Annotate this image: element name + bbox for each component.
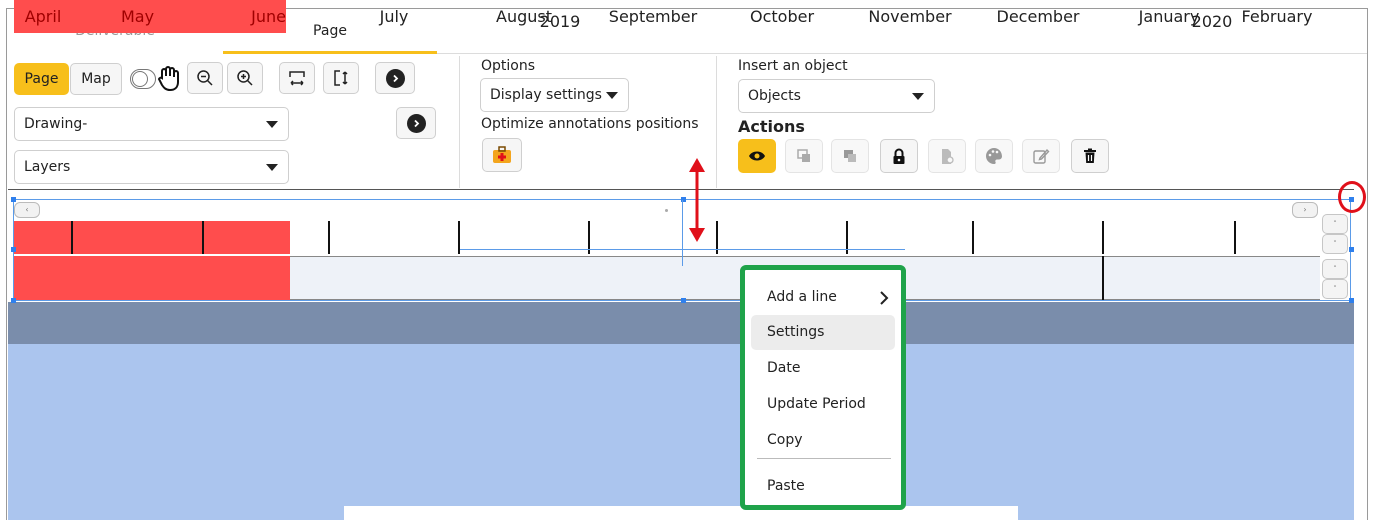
eye-icon [749,151,765,161]
fit-width-button[interactable] [279,62,315,94]
bring-to-front-button[interactable] [831,139,869,173]
zoom-in-button[interactable] [227,62,263,94]
resize-arrow-annotation [689,158,705,242]
send-to-back-button[interactable] [785,139,823,173]
fit-height-icon [334,70,348,86]
map-mode-button[interactable]: Map [70,63,122,95]
year-cell[interactable]: 2019 [290,0,830,44]
menu-item-date[interactable]: Date [751,351,895,386]
toolbar-expand-button[interactable] [375,62,415,94]
drawing-select-value: Drawing- [24,116,88,132]
timeline-band [8,302,1354,344]
pan-toggle[interactable] [130,69,156,89]
resize-handle[interactable] [1349,247,1354,252]
resize-handle[interactable] [11,298,16,303]
color-button[interactable] [975,139,1013,173]
caret-down-icon [266,164,278,171]
month-cell[interactable]: May [72,0,203,33]
chevron-right-icon [880,291,889,305]
trash-icon [1084,148,1096,163]
menu-item-copy[interactable]: Copy [751,423,895,458]
resize-handle[interactable] [1349,298,1354,303]
send-back-icon [797,149,810,162]
tab-divider [437,53,1367,54]
page-canvas[interactable] [8,344,1354,520]
optimize-annotations-button[interactable] [482,138,522,172]
objects-select-value: Objects [748,88,801,104]
resize-handle[interactable] [11,247,16,252]
fit-width-icon [289,71,305,86]
optimize-annotations-label: Optimize annotations positions [481,116,699,132]
selection-center-line [682,200,683,266]
month-cell[interactable]: November [848,0,972,33]
zoom-out-button[interactable] [187,62,223,94]
caret-down-icon [912,93,924,100]
drawing-go-button[interactable] [396,107,436,139]
toolbar-divider [716,56,717,188]
menu-item-settings[interactable]: Settings [751,315,895,350]
delete-button[interactable] [1071,139,1109,173]
edit-button[interactable] [1022,139,1060,173]
month-cell[interactable]: June [203,0,286,33]
caret-down-icon [606,92,618,99]
actions-title: Actions [738,117,805,136]
chevron-right-icon [406,113,426,133]
hand-icon[interactable] [156,64,182,92]
resize-handle[interactable] [11,197,16,202]
menu-item-update-period[interactable]: Update Period [751,387,895,422]
drawing-select[interactable]: Drawing- [14,107,289,141]
objects-select[interactable]: Objects [738,79,935,113]
menu-item-label: Add a line [767,289,837,305]
display-settings-select[interactable]: Display settings [480,78,629,112]
context-menu[interactable]: Add a line Settings Date Update Period C… [740,265,906,510]
display-settings-value: Display settings [490,87,602,103]
menu-item-paste[interactable]: Paste [751,469,895,504]
resize-handle[interactable] [681,298,686,303]
menu-separator [757,458,891,459]
insert-object-title: Insert an object [738,58,848,74]
toolbar-divider [459,56,460,188]
copy-style-button[interactable] [928,139,966,173]
circle-annotation [1338,181,1366,213]
palette-icon [986,148,1002,164]
first-aid-kit-icon [493,146,511,163]
layers-select-value: Layers [24,159,71,175]
menu-item-add-a-line[interactable]: Add a line [751,280,895,315]
month-cell[interactable]: April [14,0,72,33]
selection-guide-line [460,249,905,250]
visibility-button[interactable] [738,139,776,173]
fit-height-button[interactable] [323,62,359,94]
options-title: Options [481,58,536,74]
zoom-out-icon [197,70,213,86]
bring-front-icon [844,150,856,162]
page-mode-button[interactable]: Page [14,63,69,95]
file-copy-icon [942,148,954,164]
lock-icon [893,148,905,164]
caret-down-icon [266,121,278,128]
page-content-box [344,506,1018,520]
edit-icon [1033,148,1050,164]
chevron-right-icon [385,68,405,88]
month-cell[interactable]: December [974,0,1102,33]
zoom-in-icon [237,70,253,86]
lock-button[interactable] [880,139,918,173]
layers-select[interactable]: Layers [14,150,289,184]
year-cell[interactable]: 2020 [1104,0,1320,44]
